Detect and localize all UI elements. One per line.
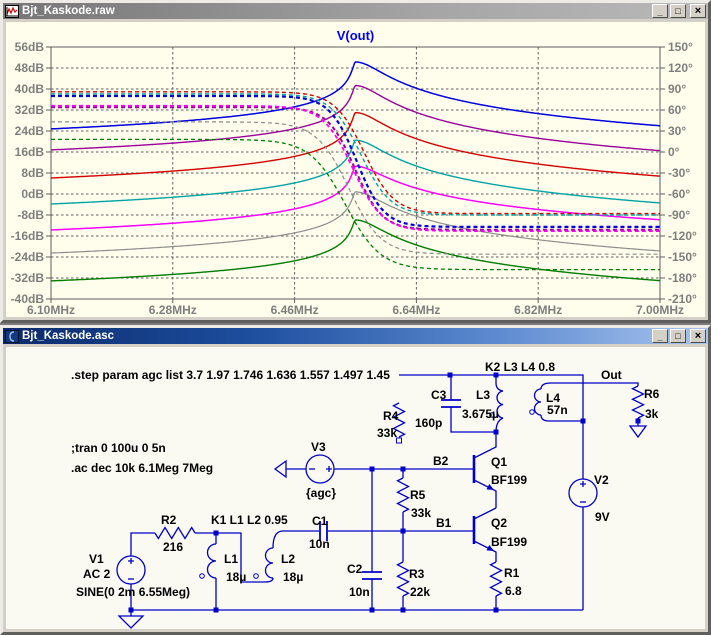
plot-title-trace-name[interactable]: V(out) (337, 28, 375, 43)
schematic-label[interactable]: .ac dec 10k 6.1Meg 7Meg (71, 461, 213, 475)
maximize-button[interactable]: □ (670, 329, 686, 343)
y-axis-phase-tick-label: -90° (668, 208, 690, 222)
schematic-label[interactable]: B2 (433, 454, 449, 468)
y-axis-db-tick-label: 24dB (15, 124, 45, 138)
schematic-label[interactable]: R3 (409, 567, 425, 581)
schematic-label[interactable]: Q1 (491, 455, 507, 469)
schematic-label[interactable]: R6 (644, 387, 660, 401)
schematic-label[interactable]: ;tran 0 100u 0 5n (71, 441, 166, 455)
schematic-label[interactable]: .step param agc list 3.7 1.97 1.746 1.63… (71, 368, 390, 382)
schematic-label[interactable]: 18µ (283, 570, 303, 584)
schematic-label[interactable]: L2 (281, 552, 295, 566)
schematic-label[interactable]: V2 (594, 473, 609, 487)
x-axis-tick-label: 6.10MHz (27, 303, 75, 317)
schematic-label[interactable]: V1 (89, 552, 104, 566)
schematic-label[interactable]: BF199 (491, 473, 527, 487)
schematic-label[interactable]: C1 (312, 514, 328, 528)
schematic-label[interactable]: 18µ (226, 570, 246, 584)
y-axis-phase-tick-label: -150° (668, 250, 697, 264)
schematic-label[interactable]: B1 (436, 516, 452, 530)
schematic-label[interactable]: 6.8 (505, 584, 522, 598)
schematic-canvas[interactable]: .step param agc list 3.7 1.97 1.746 1.63… (6, 347, 705, 629)
schematic-label[interactable]: SINE(0 2m 6.55Meg) (76, 585, 190, 599)
y-axis-phase-tick-label: -60° (668, 187, 690, 201)
schematic-label[interactable]: C3 (431, 388, 447, 402)
schematic-label[interactable]: {agc} (306, 486, 336, 500)
x-axis-tick-label: 7.00MHz (636, 303, 684, 317)
schematic-window-icon (5, 330, 19, 343)
schematic-label[interactable]: R1 (504, 566, 520, 580)
schematic-label[interactable]: 9V (595, 510, 610, 524)
x-axis-tick-label: 6.82MHz (514, 303, 562, 317)
y-axis-db-tick-label: 8dB (21, 166, 44, 180)
y-axis-db-tick-label: 16dB (15, 145, 45, 159)
schematic-window: Bjt_Kaskode.asc _ □ × .step param agc li… (0, 325, 711, 635)
schematic-label[interactable]: K1 L1 L2 0.95 (211, 513, 288, 527)
schematic-label[interactable]: Q2 (491, 516, 507, 530)
waveform-window-icon (5, 5, 19, 18)
y-axis-phase-tick-label: 60° (668, 103, 686, 117)
y-axis-db-tick-label: 0dB (21, 187, 44, 201)
schematic-label[interactable]: 10n (309, 537, 330, 551)
y-axis-db-tick-label: 40dB (15, 82, 45, 96)
y-axis-db-tick-label: 32dB (15, 103, 45, 117)
minimize-button[interactable]: _ (652, 329, 668, 343)
schematic-label[interactable]: 10n (349, 585, 370, 599)
schematic-label[interactable]: 3k (645, 407, 659, 421)
schematic-label[interactable]: R4 (383, 409, 399, 423)
x-axis-tick-label: 6.64MHz (392, 303, 440, 317)
schematic-label[interactable]: Out (601, 368, 622, 382)
schematic-label[interactable]: 33k (377, 426, 397, 440)
y-axis-phase-tick-label: -120° (668, 229, 697, 243)
waveform-plot-canvas[interactable]: 56dB 48dB 40dB 32dB 24dB 16dB 8dB 0dB -8dB -16dB -… (6, 22, 705, 317)
y-axis-phase-tick-label: 90° (668, 82, 686, 96)
schematic-label[interactable]: AC 2 (83, 567, 111, 581)
x-axis-tick-label: 6.28MHz (149, 303, 197, 317)
schematic-client-area: .step param agc list 3.7 1.97 1.746 1.63… (6, 347, 705, 629)
y-axis-phase-tick-label: 120° (668, 61, 693, 75)
schematic-label[interactable]: 160p (415, 416, 442, 430)
schematic-label[interactable]: R2 (161, 513, 177, 527)
y-axis-phase-tick-label: 0° (668, 145, 680, 159)
schematic-label[interactable]: 22k (410, 585, 430, 599)
schematic-label[interactable]: V3 (311, 440, 326, 454)
schematic-label[interactable]: 33k (411, 506, 431, 520)
y-axis-db-tick-label: -24dB (11, 250, 45, 264)
waveform-window-title: Bjt_Kaskode.raw (22, 5, 650, 17)
y-axis-phase-tick-label: -180° (668, 271, 697, 285)
schematic-label[interactable]: 3.675µ (462, 407, 499, 421)
close-button[interactable]: × (690, 329, 706, 343)
waveform-window: Bjt_Kaskode.raw _ □ × 56dB 48dB 40dB 32dB 24… (0, 0, 711, 323)
y-axis-db-tick-label: 48dB (15, 61, 45, 75)
y-axis-phase-tick-label: 30° (668, 124, 686, 138)
y-axis-db-tick-label: -8dB (17, 208, 44, 222)
schematic-label[interactable]: L1 (224, 552, 238, 566)
schematic-label[interactable]: C2 (347, 562, 363, 576)
y-axis-phase-tick-label: 150° (668, 40, 693, 54)
waveform-client-area: 56dB 48dB 40dB 32dB 24dB 16dB 8dB 0dB -8dB -16dB -… (6, 22, 705, 317)
y-axis-db-tick-label: -32dB (11, 271, 45, 285)
minimize-button[interactable]: _ (652, 4, 668, 18)
schematic-window-titlebar[interactable]: Bjt_Kaskode.asc _ □ × (3, 328, 708, 344)
waveform-window-titlebar[interactable]: Bjt_Kaskode.raw _ □ × (3, 3, 708, 19)
schematic-label[interactable]: 57n (547, 403, 568, 417)
y-axis-db-tick-label: 56dB (15, 40, 45, 54)
schematic-window-title: Bjt_Kaskode.asc (22, 330, 650, 342)
maximize-button[interactable]: □ (670, 4, 686, 18)
y-axis-db-tick-label: -16dB (11, 229, 45, 243)
close-button[interactable]: × (690, 4, 706, 18)
schematic-label[interactable]: R5 (410, 488, 426, 502)
y-axis-phase-tick-label: -30° (668, 166, 690, 180)
schematic-label[interactable]: 216 (163, 540, 183, 554)
schematic-label[interactable]: K2 L3 L4 0.8 (485, 360, 555, 374)
schematic-label[interactable]: BF199 (491, 535, 527, 549)
schematic-label[interactable]: L3 (476, 388, 490, 402)
plot-background (6, 22, 705, 317)
x-axis-tick-label: 6.46MHz (271, 303, 319, 317)
